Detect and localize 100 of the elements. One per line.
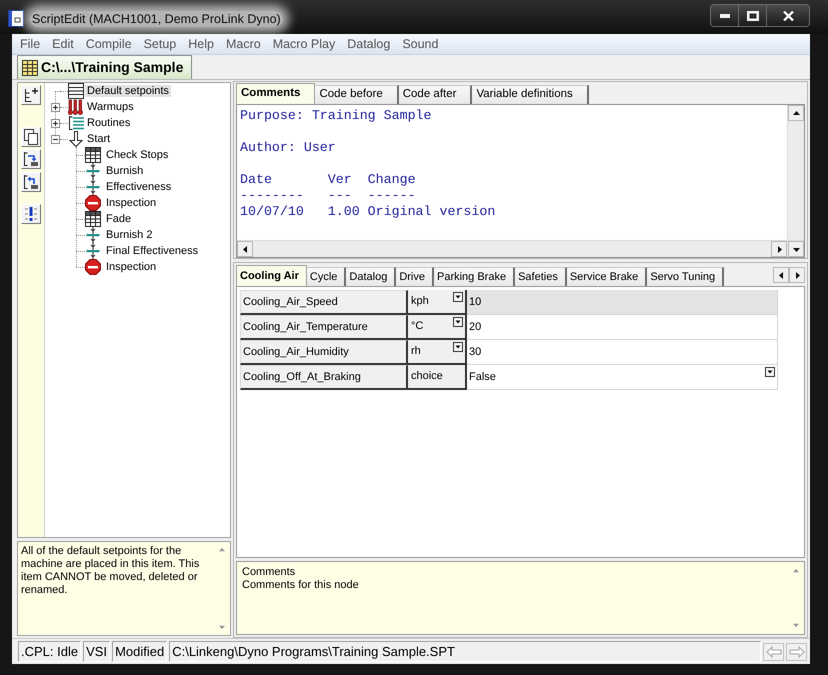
tree-item-label[interactable]: Final Effectiveness — [104, 244, 200, 257]
tab[interactable]: Cooling Air — [236, 265, 307, 286]
status-panel: .CPL: Idle — [18, 641, 82, 662]
triangle-up-icon — [792, 110, 800, 116]
tree-item-label[interactable]: Fade — [104, 212, 134, 225]
comment-line: Purpose: Training Sample — [240, 108, 432, 124]
triangle-right-icon — [794, 272, 800, 278]
menu-item[interactable]: Edit — [46, 34, 80, 54]
stop-sign-icon — [85, 195, 101, 211]
tree-item-label[interactable]: Check Stops — [104, 148, 170, 161]
menu-item[interactable]: File — [14, 34, 46, 54]
comments-editor[interactable]: Purpose: Training Sample Author: User Date Ver Change -------- --- ------ 10/07/10 1.00 Original version — [237, 105, 787, 240]
bracket-arrow-button[interactable] — [21, 149, 41, 169]
value-dropdown[interactable]: False — [467, 365, 778, 390]
value-cell[interactable]: 10 — [467, 290, 778, 315]
tab[interactable]: Drive — [396, 267, 434, 286]
maximize-button[interactable] — [739, 5, 767, 26]
tab[interactable]: Servo Tuning — [647, 267, 724, 286]
down-arrow-icon — [69, 131, 83, 147]
tree-item-label[interactable]: Warmups — [85, 100, 136, 113]
comment-line: Date Ver Change — [240, 172, 416, 188]
list-tree-icon — [68, 115, 84, 131]
menu-item[interactable]: Macro Play — [266, 34, 342, 54]
maximize-icon — [746, 10, 758, 20]
node-comment-line: Comments for this node — [242, 579, 359, 592]
menu-item[interactable]: Datalog — [341, 34, 396, 54]
expand-toggle-icon[interactable] — [51, 134, 60, 144]
menu-item[interactable]: Sound — [396, 34, 444, 54]
tree-item-label[interactable]: Burnish 2 — [104, 228, 154, 241]
scroll-up-arrow-icon — [793, 568, 799, 574]
exclamation-button[interactable] — [21, 204, 41, 224]
parameter-name-cell: Cooling_Air_Humidity — [240, 340, 408, 365]
tree-item-label[interactable]: Inspection — [104, 260, 158, 273]
unit-dropdown[interactable]: kph — [408, 290, 467, 315]
menu-item[interactable]: Setup — [138, 34, 182, 54]
scroll-up-button[interactable] — [788, 105, 804, 121]
thermometers-icon — [68, 99, 84, 115]
tree-item-label[interactable]: Effectiveness — [104, 180, 174, 193]
bracket-arrow-button[interactable] — [21, 172, 41, 192]
triangle-left-icon — [778, 272, 784, 278]
menu-item[interactable]: Macro — [220, 34, 267, 54]
unit-dropdown[interactable]: °C — [408, 315, 467, 340]
scroll-up-arrow-icon — [219, 547, 225, 553]
tab[interactable]: Safeties — [515, 267, 567, 286]
help-text: All of the default setpoints for the machine are placed in this item. This item CANNOT be moved, deleted or renamed. — [20, 544, 200, 598]
scroll-right-button[interactable] — [771, 241, 787, 257]
tree-item-label[interactable]: Default setpoints — [85, 84, 171, 97]
tab[interactable]: Parking Brake — [434, 267, 516, 286]
tree-item-label[interactable]: Burnish — [104, 164, 146, 177]
tree-plus-icon — [23, 87, 39, 103]
node-comment-line: Comments — [242, 566, 296, 579]
value-cell[interactable]: 30 — [467, 340, 778, 365]
scroll-down-arrow-icon — [219, 624, 225, 630]
document-tab[interactable]: C:\...\Training Sample — [17, 55, 192, 79]
stop-sign-icon — [85, 259, 101, 275]
status-panel: Modified — [112, 641, 168, 662]
parameter-name-cell: Cooling_Air_Speed — [240, 290, 408, 315]
right-arrow-icon — [788, 646, 804, 658]
tree-item-label[interactable]: Start — [85, 132, 112, 145]
tab[interactable]: Service Brake — [566, 267, 648, 286]
step-marker-icon — [86, 163, 100, 179]
triangle-down-icon — [792, 246, 800, 252]
menu-item[interactable]: Compile — [80, 34, 138, 54]
scroll-down-button[interactable] — [788, 241, 804, 257]
comment-line: 10/07/10 1.00 Original version — [240, 204, 496, 220]
status-panel: C:\Linkeng\Dyno Programs\Training Sample.SPT — [169, 641, 761, 662]
tab[interactable]: Variable definitions — [472, 85, 589, 104]
grid-icon — [85, 211, 101, 227]
expand-toggle-icon[interactable] — [51, 118, 60, 128]
tab[interactable]: Comments — [236, 83, 316, 104]
step-marker-icon — [86, 227, 100, 243]
node-comments-field[interactable]: Comments Comments for this node — [236, 561, 805, 635]
step-marker-icon — [86, 179, 100, 195]
triangle-right-icon — [776, 246, 782, 252]
scroll-left-button[interactable] — [237, 241, 253, 257]
status-panel: VSI — [83, 641, 110, 662]
menu-item[interactable]: Help — [182, 34, 220, 54]
close-icon — [782, 10, 794, 20]
bracket-arrow-icon — [23, 151, 39, 167]
minimize-button[interactable] — [711, 5, 739, 26]
tree-item-label[interactable]: Inspection — [104, 196, 158, 209]
triangle-left-icon — [242, 246, 248, 252]
exclamation-icon — [24, 206, 38, 222]
scroll-left-button[interactable] — [773, 267, 789, 283]
unit-dropdown[interactable]: rh — [408, 340, 467, 365]
close-button[interactable] — [767, 5, 809, 26]
tab[interactable]: Cycle — [306, 267, 346, 286]
scroll-down-arrow-icon — [793, 622, 799, 628]
value-cell[interactable]: 20 — [467, 315, 778, 340]
window-title: ScriptEdit (MACH1001, Demo ProLink Dyno) — [30, 11, 283, 27]
tab[interactable]: Datalog — [346, 267, 396, 286]
copy-button[interactable] — [21, 127, 41, 147]
minimize-icon — [720, 14, 730, 18]
grid-icon — [85, 147, 101, 163]
tab[interactable]: Code before — [315, 85, 399, 104]
expand-toggle-icon[interactable] — [51, 102, 60, 112]
tree-plus-button[interactable] — [21, 85, 41, 105]
tab[interactable]: Code after — [398, 85, 472, 104]
scroll-right-button[interactable] — [789, 267, 805, 283]
tree-item-label[interactable]: Routines — [85, 116, 132, 129]
